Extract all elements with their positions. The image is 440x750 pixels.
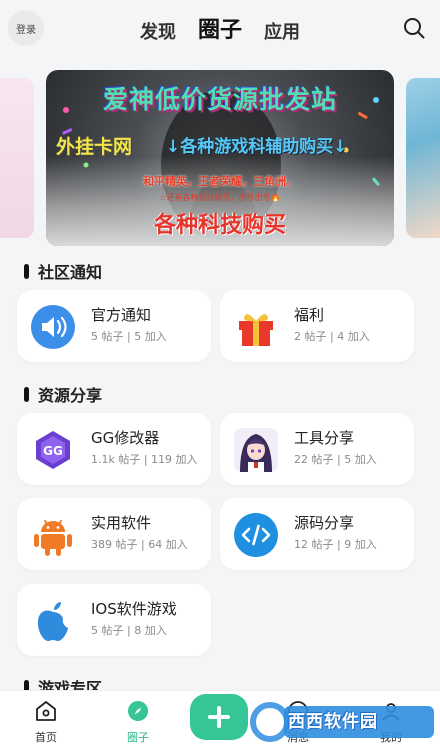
tab-circles[interactable]: 圈子 bbox=[198, 12, 242, 44]
circle-card-welfare[interactable]: 福利 2 帖子 | 4 加入 bbox=[220, 290, 414, 362]
svg-text:GG: GG bbox=[43, 444, 63, 458]
banner-carousel[interactable]: 爱神低价货源批发站 外挂卡网 ↓各种游戏科辅助购买↓ 和平精英，王者荣耀，三角洲… bbox=[0, 70, 440, 246]
nav-home-label: 首页 bbox=[35, 731, 57, 744]
banner-subline-right: ↓各种游戏科辅助购买↓ bbox=[166, 137, 348, 157]
circle-card-official-notice[interactable]: 官方通知 5 帖子 | 5 加入 bbox=[17, 290, 211, 362]
gg-icon: GG bbox=[36, 431, 70, 469]
top-tabs: 发现 圈子 应用 bbox=[0, 12, 440, 44]
nav-home[interactable]: 首页 bbox=[21, 699, 71, 745]
plus-icon bbox=[208, 706, 230, 728]
anime-avatar-icon bbox=[234, 428, 278, 472]
section-title-text: 社区通知 bbox=[38, 263, 103, 282]
nav-circles[interactable]: 圈子 bbox=[113, 699, 163, 745]
tab-apps[interactable]: 应用 bbox=[264, 18, 300, 44]
circle-name: 工具分享 bbox=[294, 429, 355, 447]
banner-headline: 爱神低价货源批发站 bbox=[102, 85, 337, 114]
circle-stats: 2 帖子 | 4 加入 bbox=[294, 330, 370, 343]
circle-card-source-share[interactable]: 源码分享 12 帖子 | 9 加入 bbox=[220, 498, 414, 570]
banner-games-line: 和平精英，王者荣耀，三角洲。 bbox=[143, 175, 297, 188]
tab-discover[interactable]: 发现 bbox=[140, 18, 176, 44]
site-watermark: 西西软件园 bbox=[248, 698, 438, 746]
section-title-text: 资源分享 bbox=[38, 386, 103, 405]
code-icon bbox=[234, 513, 278, 557]
home-icon bbox=[36, 701, 56, 721]
circle-stats: 1.1k 帖子 | 119 加入 bbox=[91, 453, 198, 466]
circle-name: GG修改器 bbox=[91, 429, 160, 447]
banner-accounts-line: ☆还有各种游戏账号，小号出号🔥 bbox=[159, 193, 281, 202]
banner-subline-left: 外挂卡网 bbox=[56, 136, 133, 158]
section-title-resources: 资源分享 bbox=[24, 382, 102, 406]
nav-circles-label: 圈子 bbox=[127, 731, 149, 744]
circle-name: 官方通知 bbox=[91, 306, 152, 324]
gift-icon bbox=[239, 314, 273, 346]
circle-stats: 5 帖子 | 8 加入 bbox=[91, 624, 167, 637]
apple-icon bbox=[37, 602, 68, 641]
circle-name: 福利 bbox=[294, 306, 325, 324]
speaker-icon bbox=[31, 305, 75, 349]
circle-name: 源码分享 bbox=[294, 514, 355, 532]
circle-stats: 389 帖子 | 64 加入 bbox=[91, 538, 188, 551]
banner-cta: 各种科技购买 bbox=[153, 213, 286, 238]
circle-stats: 22 帖子 | 5 加入 bbox=[294, 453, 377, 466]
top-bar: 登录 发现 圈子 应用 bbox=[0, 0, 440, 56]
circle-card-useful-software[interactable]: 实用软件 389 帖子 | 64 加入 bbox=[17, 498, 211, 570]
circle-card-gg-modifier[interactable]: GG GG修改器 1.1k 帖子 | 119 加入 bbox=[17, 413, 211, 485]
watermark-text: 西西软件园 bbox=[288, 712, 378, 732]
circle-stats: 12 帖子 | 9 加入 bbox=[294, 538, 377, 551]
circle-name: 实用软件 bbox=[91, 514, 152, 532]
android-icon bbox=[34, 520, 72, 556]
compass-icon bbox=[128, 701, 148, 721]
search-icon[interactable] bbox=[402, 16, 426, 40]
circle-name: IOS软件游戏 bbox=[91, 600, 177, 618]
section-title-community: 社区通知 bbox=[24, 259, 102, 283]
circle-stats: 5 帖子 | 5 加入 bbox=[91, 330, 167, 343]
banner-next-slide[interactable] bbox=[406, 78, 440, 238]
section-marker bbox=[24, 263, 29, 279]
circle-card-ios-games[interactable]: IOS软件游戏 5 帖子 | 8 加入 bbox=[17, 584, 211, 656]
banner-slide[interactable]: 爱神低价货源批发站 外挂卡网 ↓各种游戏科辅助购买↓ 和平精英，王者荣耀，三角洲… bbox=[46, 70, 394, 246]
banner-prev-slide[interactable] bbox=[0, 78, 34, 238]
create-post-button[interactable] bbox=[190, 694, 248, 740]
section-marker bbox=[24, 386, 29, 402]
circle-card-tool-share[interactable]: 工具分享 22 帖子 | 5 加入 bbox=[220, 413, 414, 485]
